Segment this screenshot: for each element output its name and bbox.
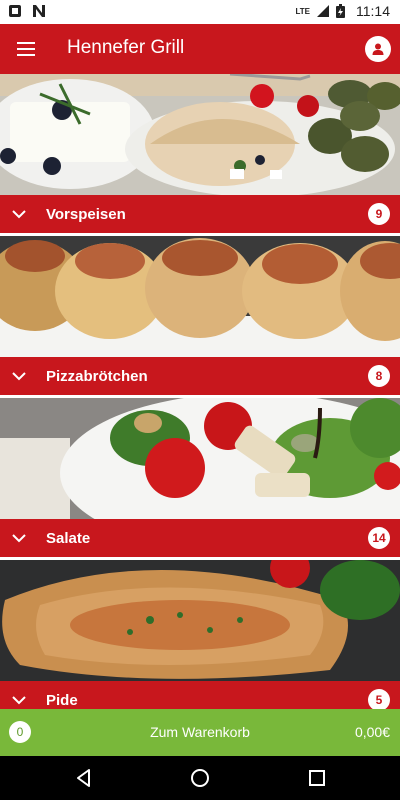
n-app-icon: [32, 4, 46, 18]
signal-icon: [316, 4, 330, 18]
category-count-badge: 8: [368, 365, 390, 387]
category-header-salate[interactable]: Salate 14: [0, 519, 400, 557]
chicken-salad-photo: [0, 398, 400, 519]
category-header-pizzabroetchen[interactable]: Pizzabrötchen 8: [0, 357, 400, 395]
chevron-down-icon: [12, 372, 26, 381]
category-count-badge: 9: [368, 203, 390, 225]
status-bar: LTE 11:14: [0, 0, 400, 24]
hamburger-menu-icon[interactable]: [12, 35, 40, 63]
category-count-badge: 14: [368, 527, 390, 549]
clock: 11:14: [356, 3, 390, 19]
feta-pita-dolma-photo: [0, 74, 400, 195]
user-profile-icon[interactable]: [365, 36, 391, 62]
network-type: LTE: [295, 6, 310, 16]
home-icon[interactable]: [188, 766, 212, 790]
category-vorspeisen[interactable]: Vorspeisen 9: [0, 74, 400, 234]
category-pide[interactable]: Pide 5: [0, 560, 400, 719]
cart-button[interactable]: 0 Zum Warenkorb 0,00€: [0, 709, 400, 756]
chevron-down-icon: [12, 696, 26, 705]
category-pizzabroetchen[interactable]: Pizzabrötchen 8: [0, 236, 400, 396]
chevron-down-icon: [12, 534, 26, 543]
category-count-badge: 5: [368, 689, 390, 711]
cart-total: 0,00€: [354, 724, 390, 740]
pizza-rolls-photo: [0, 236, 400, 357]
category-label: Pizzabrötchen: [46, 368, 148, 385]
category-label: Pide: [46, 692, 78, 709]
pide-flatbread-photo: [0, 560, 400, 681]
chevron-down-icon: [12, 210, 26, 219]
category-salate[interactable]: Salate 14: [0, 398, 400, 558]
battery-icon: [336, 4, 350, 18]
back-icon[interactable]: [72, 766, 96, 790]
app-title: Hennefer Grill: [67, 37, 185, 58]
recents-icon[interactable]: [305, 766, 329, 790]
category-label: Vorspeisen: [46, 206, 126, 223]
notification-box-icon: [8, 4, 22, 18]
category-header-vorspeisen[interactable]: Vorspeisen 9: [0, 195, 400, 233]
system-nav-bar: [0, 756, 400, 800]
app-bar: Hennefer Grill: [0, 24, 400, 74]
category-label: Salate: [46, 530, 91, 547]
cart-label: Zum Warenkorb: [150, 724, 250, 740]
